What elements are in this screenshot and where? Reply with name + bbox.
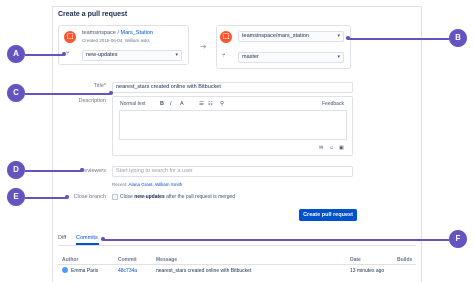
avatar: [62, 267, 68, 273]
text-style-select[interactable]: Normal text: [120, 101, 146, 107]
callout-d-line: [25, 170, 81, 172]
description-label: Description: [78, 98, 106, 104]
callout-c-dot: [109, 91, 113, 95]
numbered-list-icon[interactable]: ☷: [208, 101, 213, 107]
callout-b-line: [348, 38, 449, 40]
commit-message: nearest_stars created online with Bitbuc…: [156, 268, 252, 274]
column-header-message: Message: [156, 257, 178, 263]
close-branch-prefix: Close: [120, 194, 135, 200]
link-icon[interactable]: ⚲: [220, 101, 224, 107]
close-branch-checkbox[interactable]: [112, 194, 118, 200]
destination-repo-value: teamsinspace/mars_station: [242, 33, 309, 39]
branch-icon: ⑂: [222, 53, 226, 59]
close-branch-text: Close new-updates after the pull request…: [120, 194, 235, 200]
destination-repo-icon: ⬚: [220, 31, 232, 43]
arrow-right-icon: ➜: [200, 42, 207, 51]
title-label-text: Title: [93, 83, 104, 89]
callout-f: F: [449, 230, 467, 248]
italic-icon[interactable]: I: [170, 101, 172, 107]
editor-body[interactable]: [119, 110, 347, 140]
create-pull-request-button[interactable]: Create pull request: [299, 209, 357, 221]
chevron-down-icon: ▾: [337, 54, 340, 60]
callout-a: A: [7, 45, 25, 63]
commit-hash-link[interactable]: 48c734a: [118, 268, 137, 274]
column-header-date: Date: [350, 257, 361, 263]
source-repo-icon: ⬚: [64, 31, 76, 43]
description-editor[interactable]: Normal text B I A ☰ ☷ ⚲ Feedback ✉ ☺ ▣: [112, 96, 353, 156]
callout-a-line: [25, 54, 63, 56]
close-branch-name: new-updates: [134, 194, 165, 200]
column-header-author: Author: [62, 257, 79, 263]
emoji-icon[interactable]: ☺: [329, 145, 334, 151]
callout-a-dot: [62, 52, 66, 56]
reviewers-input[interactable]: Start typing to search for a user: [112, 166, 353, 177]
source-branch-select[interactable]: new-updates ▾: [82, 50, 182, 61]
bold-icon[interactable]: B: [160, 101, 164, 107]
commit-author: Emma Paris: [71, 268, 99, 274]
callout-e: E: [7, 188, 25, 206]
column-header-commit: Commit: [118, 257, 137, 263]
branch-icon: ⑂: [66, 51, 70, 57]
destination-branch-select[interactable]: master ▾: [238, 52, 344, 63]
chevron-down-icon: ▾: [337, 33, 340, 39]
required-asterisk: *: [103, 83, 106, 89]
commit-date: 13 minutes ago: [350, 268, 385, 274]
mention-icon[interactable]: ✉: [319, 145, 323, 151]
title-input[interactable]: nearest_stars created online with Bitbuc…: [112, 82, 353, 93]
reviewers-placeholder: Start typing to search for a user: [116, 168, 193, 174]
source-repo-meta: Created 2015-06-04, William asks: [82, 38, 150, 43]
feedback-link[interactable]: Feedback: [322, 101, 344, 107]
bullet-list-icon[interactable]: ☰: [199, 101, 204, 107]
callout-f-line: [103, 239, 449, 241]
recent-reviewer-link[interactable]: Alana Grant: [129, 182, 153, 187]
callout-f-dot: [101, 237, 105, 241]
recent-prefix: Recent:: [112, 182, 128, 187]
text-color-icon[interactable]: A: [180, 101, 184, 107]
callout-c: C: [7, 84, 25, 102]
column-header-builds: Builds: [397, 257, 413, 263]
callout-e-dot: [65, 195, 69, 199]
callout-e-line: [25, 197, 66, 199]
close-branch-suffix: after the pull request is merged: [164, 194, 236, 200]
callout-b: B: [449, 29, 467, 47]
destination-repo-select[interactable]: teamsinspace/mars_station ▾: [238, 31, 344, 42]
source-repo-name: teamsinspace / Mars_Station: [82, 30, 153, 36]
callout-b-dot: [346, 36, 350, 40]
tab-commits[interactable]: Commits: [76, 235, 98, 241]
recent-reviewer-link[interactable]: William Smith: [155, 182, 182, 187]
page-title: Create a pull request: [58, 11, 128, 18]
title-input-value: nearest_stars created online with Bitbuc…: [116, 84, 221, 90]
source-workspace: teamsinspace: [82, 30, 116, 36]
table-header-divider: [58, 264, 416, 265]
source-repo-link[interactable]: Mars_Station: [121, 30, 153, 36]
chevron-down-icon: ▾: [175, 52, 178, 58]
title-label: Title*: [80, 83, 106, 89]
tab-divider: [58, 245, 416, 246]
callout-d: D: [7, 161, 25, 179]
tab-diff[interactable]: Diff: [58, 235, 66, 241]
source-branch-value: new-updates: [86, 52, 118, 58]
recent-reviewers: Recent: Alana Grant, William Smith: [112, 182, 183, 187]
image-icon[interactable]: ▣: [339, 145, 344, 151]
callout-d-dot: [80, 168, 84, 172]
destination-branch-value: master: [242, 54, 259, 60]
callout-c-line: [25, 93, 110, 95]
